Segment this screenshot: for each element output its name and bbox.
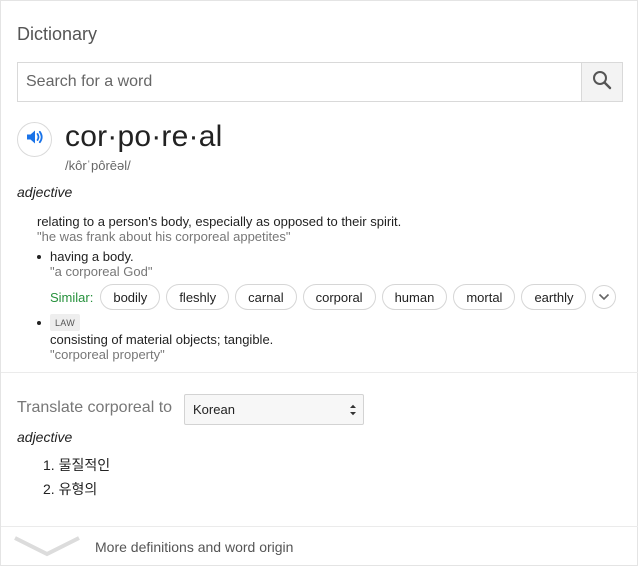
main-example: "he was frank about his corporeal appeti… [37, 229, 291, 244]
main-definition: relating to a person's body, especially … [37, 214, 402, 229]
similar-chip-carnal[interactable]: carnal [235, 284, 297, 310]
translation-part-of-speech: adjective [17, 429, 73, 445]
sense-1-definition: having a body. [50, 249, 134, 264]
similar-chip-mortal[interactable]: mortal [453, 284, 516, 310]
more-definitions-button[interactable]: More definitions and word origin [1, 527, 638, 566]
similar-chip-earthly[interactable]: earthly [521, 284, 587, 310]
similar-words-row: Similar: bodily fleshly carnal corporal … [50, 284, 617, 310]
translate-label: Translate corporeal to [17, 399, 173, 416]
similar-chip-human[interactable]: human [381, 284, 448, 310]
search-icon [592, 70, 612, 95]
sense-bullet [37, 255, 41, 259]
search-button[interactable] [581, 63, 622, 101]
sense-bullet [37, 321, 41, 325]
similar-label: Similar: [50, 289, 94, 305]
similar-chip-fleshly[interactable]: fleshly [166, 284, 230, 310]
section-divider [1, 372, 638, 373]
sense-2-example: "corporeal property" [50, 347, 165, 362]
translation-item-2: 2. 유형의 [43, 481, 98, 497]
similar-chip-corporal[interactable]: corporal [302, 284, 376, 310]
chevron-down-icon [598, 288, 610, 306]
search-box [17, 62, 623, 102]
part-of-speech: adjective [17, 184, 73, 200]
selected-language: Korean [193, 402, 235, 417]
headword: cor·po·re·al [65, 120, 223, 153]
expand-similar-button[interactable] [592, 285, 617, 309]
translation-item-1: 1. 물질적인 [43, 457, 111, 473]
dictionary-title: Dictionary [17, 24, 98, 44]
language-select[interactable]: Korean [184, 394, 364, 425]
phonetic-spelling: /kôrˈpôrēəl/ [65, 158, 131, 173]
speaker-icon [26, 129, 44, 150]
sense-2-definition: consisting of material objects; tangible… [50, 332, 274, 347]
domain-tag: LAW [50, 314, 81, 331]
search-input[interactable] [18, 63, 583, 101]
dictionary-card: Dictionary cor·po·re·al /kôrˈpôrēəl/ adj… [0, 0, 638, 566]
select-arrows-icon [349, 403, 357, 417]
sense-1-example: "a corporeal God" [50, 264, 153, 279]
chevron-down-icon [14, 536, 80, 563]
pronunciation-button[interactable] [17, 122, 52, 157]
more-definitions-label: More definitions and word origin [95, 539, 294, 555]
similar-chip-bodily[interactable]: bodily [100, 284, 161, 310]
